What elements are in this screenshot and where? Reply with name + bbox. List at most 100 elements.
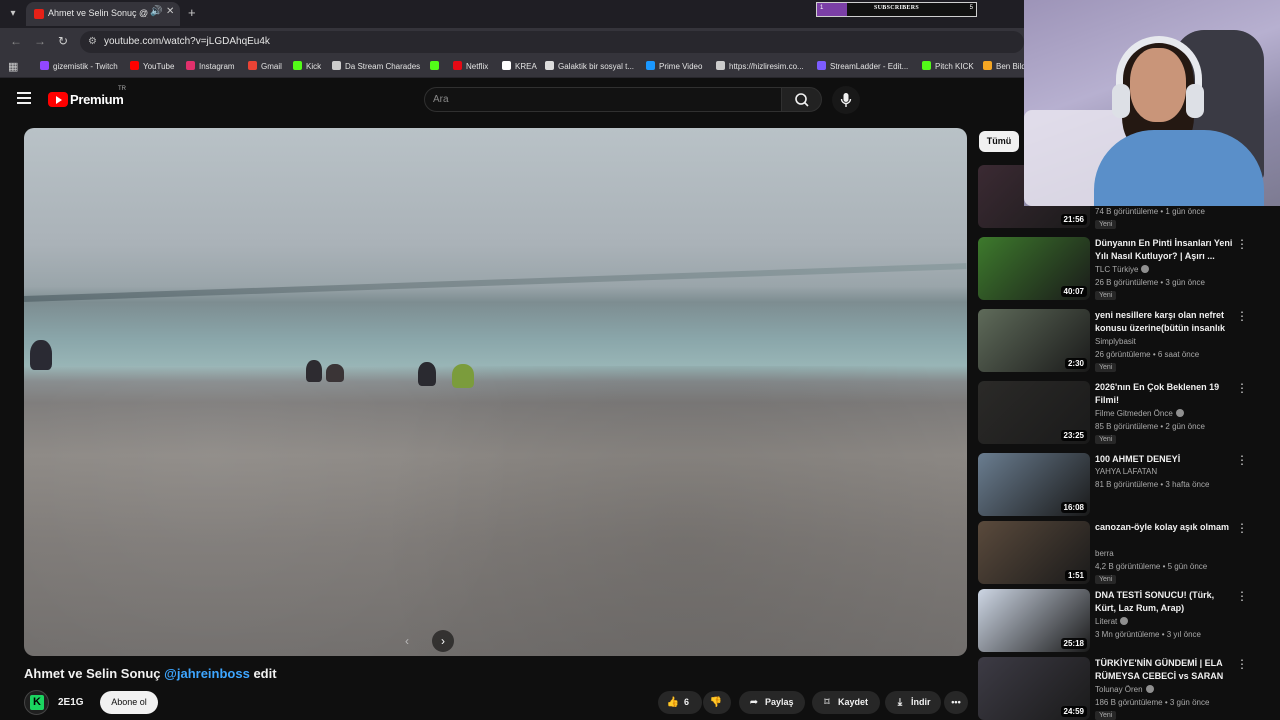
bookmark-item[interactable]: gizemistik - Twitch (40, 61, 118, 71)
bookmark-item[interactable]: KREA (502, 61, 537, 71)
recommendation-channel[interactable]: YAHYA LAFATAN (1095, 467, 1157, 476)
search-input[interactable] (433, 92, 773, 107)
more-vertical-icon[interactable]: ⋮ (1236, 657, 1248, 671)
recommendation-channel[interactable]: Tolunay Ören (1095, 685, 1154, 694)
more-vertical-icon[interactable]: ⋮ (1236, 589, 1248, 603)
video-thumbnail[interactable]: 25:18 (978, 589, 1090, 652)
channel-label: Literat (1095, 617, 1118, 626)
channel-name[interactable]: 2E1G (58, 697, 84, 708)
bookmark-label: Gmail (261, 62, 282, 71)
bookmark-item[interactable]: StreamLadder - Edit... (817, 61, 908, 71)
recommendation-channel[interactable]: TLC Türkiye (1095, 265, 1150, 274)
reload-icon[interactable]: ↻ (58, 34, 68, 48)
close-tab-icon[interactable]: ✕ (166, 6, 174, 17)
subscribe-button[interactable]: Abone ol (100, 691, 158, 714)
download-button[interactable]: ⤓ İndir (885, 691, 941, 714)
video-thumbnail[interactable]: 23:25 (978, 381, 1090, 444)
bookmark-item[interactable]: Ben Bild (983, 61, 1026, 71)
hamburger-menu-icon[interactable] (17, 92, 31, 104)
recommendation-item[interactable]: 25:18 DNA TESTİ SONUCU! (Türk, Kürt, Laz … (978, 589, 1278, 655)
bookmark-item[interactable]: YouTube (130, 61, 174, 71)
more-vertical-icon[interactable]: ⋮ (1236, 453, 1248, 467)
video-frame-figure (30, 340, 52, 370)
apps-grid-icon[interactable]: ▦ (8, 60, 18, 73)
bookmark-favicon-icon (186, 61, 195, 70)
video-duration: 16:08 (1060, 502, 1087, 513)
bookmark-item[interactable]: https://hizliresim.co... (716, 61, 804, 71)
video-title-text: Ahmet ve Selin Sonuç (24, 666, 161, 681)
more-vertical-icon[interactable]: ⋮ (1236, 309, 1248, 323)
new-badge: Yeni (1095, 291, 1117, 300)
save-label: Kaydet (838, 697, 869, 707)
channel-avatar[interactable]: K (24, 690, 49, 715)
bookmark-item[interactable]: Netflix (453, 61, 488, 71)
bookmark-favicon-icon (817, 61, 826, 70)
recommendation-title[interactable]: 100 AHMET DENEYİ (1095, 453, 1233, 466)
recommendation-channel[interactable]: Filme Gitmeden Önce (1095, 409, 1184, 418)
like-count: 6 (684, 697, 690, 707)
tab-search-chevron-icon[interactable]: ▾ (4, 5, 22, 23)
recommendation-channel[interactable]: Literat (1095, 617, 1129, 626)
recommendation-item[interactable]: 16:08 100 AHMET DENEYİ YAHYA LAFATAN 81 B g… (978, 453, 1278, 519)
video-thumbnail[interactable]: 2:30 (978, 309, 1090, 372)
recommendation-title[interactable]: Dünyanın En Pinti İnsanları Yeni Yılı Na… (1095, 237, 1233, 263)
like-button[interactable]: 👍 6 (658, 691, 702, 714)
bookmark-item[interactable]: Pitch KICK (922, 61, 974, 71)
recommendation-title[interactable]: yeni nesillere karşı olan nefret konusu … (1095, 309, 1233, 335)
recommendation-title[interactable]: canozan-öyle kolay aşık olmam (1095, 521, 1233, 534)
recommendation-title[interactable]: 2026'nın En Çok Beklenen 19 Filmi! (1095, 381, 1233, 407)
speaker-icon[interactable]: 🔊 (150, 6, 162, 17)
video-thumbnail[interactable]: 24:59 (978, 657, 1090, 720)
previous-arrow-icon[interactable]: ‹ (396, 630, 418, 652)
more-actions-button[interactable]: ••• (944, 691, 968, 714)
bookmark-item[interactable]: Gmail (248, 61, 282, 71)
new-tab-icon[interactable]: + (188, 5, 196, 20)
recommendation-title[interactable]: DNA TESTİ SONUCU! (Türk, Kürt, Laz Rum, … (1095, 589, 1233, 615)
more-vertical-icon[interactable]: ⋮ (1236, 381, 1248, 395)
next-arrow-icon[interactable]: › (432, 630, 454, 652)
recommendation-channel[interactable]: Simplybasit (1095, 337, 1136, 346)
recommendation-meta: 26 görüntüleme • 6 saat önce (1095, 350, 1200, 359)
forward-arrow-icon[interactable]: → (34, 34, 46, 48)
download-label: İndir (911, 697, 931, 707)
search-button[interactable] (781, 87, 822, 112)
bookmark-label: gizemistik - Twitch (53, 62, 118, 71)
dislike-button[interactable]: 👎 (703, 691, 731, 714)
video-thumbnail[interactable]: 1:51 (978, 521, 1090, 584)
bookmark-item[interactable]: Da Stream Charades (332, 61, 420, 71)
site-info-icon[interactable]: ⚙ (88, 36, 97, 47)
more-vertical-icon[interactable]: ⋮ (1236, 521, 1248, 535)
new-badge: Yeni (1095, 435, 1117, 444)
filter-chip-all[interactable]: Tümü (979, 131, 1019, 152)
recommendation-item[interactable]: 40:07 Dünyanın En Pinti İnsanları Yeni Yı… (978, 237, 1278, 303)
new-badge: Yeni (1095, 711, 1117, 720)
bookmark-item[interactable]: Galaktik bir sosyal t... (545, 61, 634, 71)
recommendation-channel[interactable]: berra (1095, 549, 1114, 558)
browser-tab-active[interactable]: Ahmet ve Selin Sonuç @jahreinboss edit -… (26, 2, 180, 26)
address-bar[interactable]: ⚙ youtube.com/watch?v=jLGDAhqEu4k (80, 31, 1024, 53)
video-frame-figure (326, 364, 344, 382)
url-text: youtube.com/watch?v=jLGDAhqEu4k (104, 36, 270, 47)
verified-check-icon (1141, 265, 1150, 273)
headset-earcup (1186, 84, 1204, 118)
recommendation-item[interactable]: 24:59 TÜRKİYE'NİN GÜNDEMİ | ELA RÜMEYSA C… (978, 657, 1278, 720)
bookmark-label: Kick (306, 62, 322, 71)
back-arrow-icon[interactable]: ← (10, 34, 22, 48)
bookmark-item[interactable]: Instagram (186, 61, 235, 71)
mention-link[interactable]: @jahreinboss (164, 666, 250, 681)
video-thumbnail[interactable]: 40:07 (978, 237, 1090, 300)
bookmark-favicon-icon (453, 61, 462, 70)
bookmark-item[interactable] (430, 61, 443, 71)
recommendation-item[interactable]: 2:30 yeni nesillere karşı olan nefret kon… (978, 309, 1278, 375)
recommendation-title[interactable]: TÜRKİYE'NİN GÜNDEMİ | ELA RÜMEYSA CEBECİ… (1095, 657, 1233, 683)
voice-search-button[interactable] (832, 86, 860, 114)
bookmark-item[interactable]: Kick (293, 61, 321, 71)
save-button[interactable]: ⌑ Kaydet (812, 691, 880, 714)
more-vertical-icon[interactable]: ⋮ (1236, 237, 1248, 251)
recommendation-item[interactable]: 1:51 canozan-öyle kolay aşık olmam berra 4,… (978, 521, 1278, 587)
recommendation-item[interactable]: 23:25 2026'nın En Çok Beklenen 19 Filmi! F… (978, 381, 1278, 447)
video-thumbnail[interactable]: 16:08 (978, 453, 1090, 516)
bookmark-item[interactable]: Prime Video (646, 61, 702, 71)
share-button[interactable]: ➦ Paylaş (739, 691, 805, 714)
video-player[interactable]: ‹ › (24, 128, 967, 656)
